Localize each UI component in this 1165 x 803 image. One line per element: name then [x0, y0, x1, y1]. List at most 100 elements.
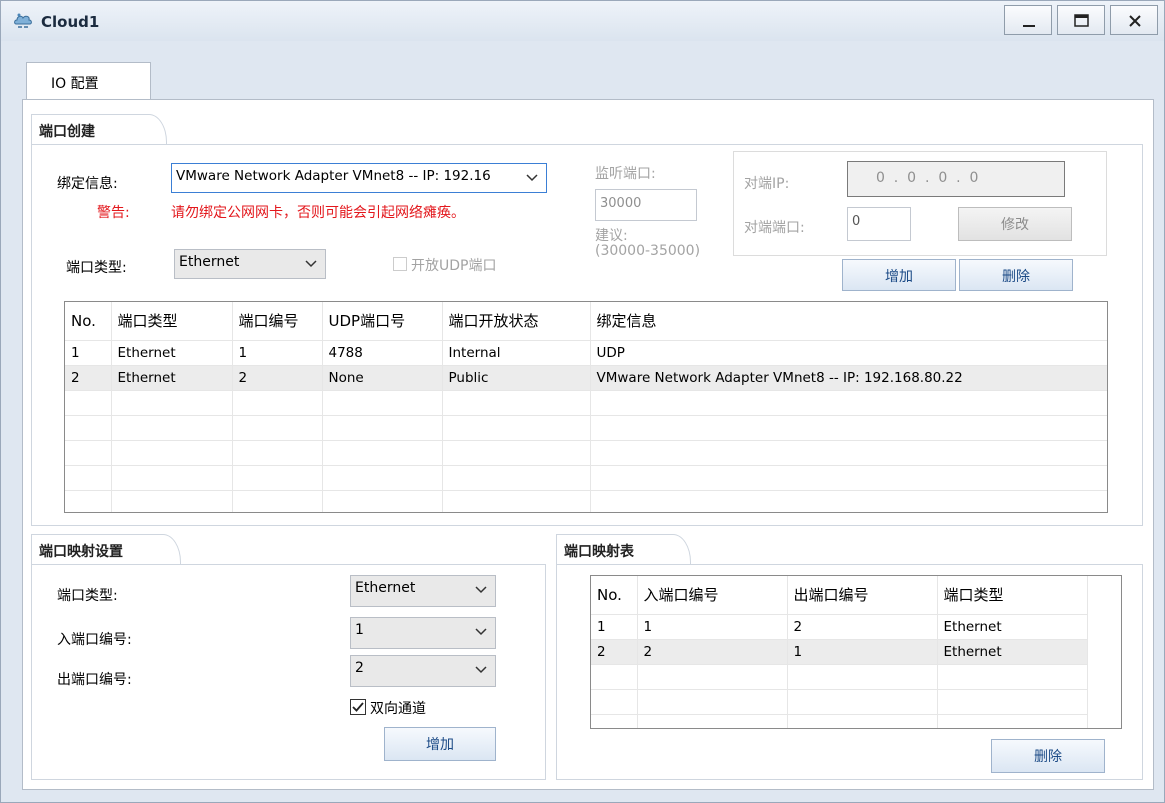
empty-row — [65, 440, 1107, 466]
cell-port-type: Ethernet — [937, 639, 1088, 665]
mapping-table-header: No. 入端口编号 出端口编号 端口类型 — [591, 576, 1088, 615]
peer-port-input[interactable]: 0 — [847, 207, 911, 241]
tab-io-config[interactable]: IO 配置 — [26, 62, 151, 100]
empty-row — [591, 689, 1088, 715]
map-port-type-value: Ethernet — [355, 580, 416, 596]
cell-out-port: 1 — [787, 639, 938, 665]
in-port-label: 入端口编号: — [57, 632, 132, 648]
in-port-value: 1 — [355, 622, 364, 638]
cloud1-window: Cloud1 IO 配置 端口创建 绑定信息: VMware Network A… — [0, 0, 1165, 803]
add-mapping-button-label: 增加 — [426, 737, 454, 753]
modify-button-label: 修改 — [1001, 217, 1029, 233]
peer-ip-input[interactable]: 0 . 0 . 0 . 0 — [847, 161, 1065, 197]
cell-udp-port: None — [322, 365, 443, 391]
mapping-table-grid: No. 入端口编号 出端口编号 端口类型 1 1 2 Ethernet 2 2 … — [591, 576, 1088, 728]
peer-ip-label: 对端IP: — [744, 176, 790, 192]
client-area: IO 配置 端口创建 绑定信息: VMware Network Adapter … — [10, 58, 1156, 796]
empty-row — [65, 465, 1107, 491]
add-mapping-button[interactable]: 增加 — [384, 727, 496, 761]
out-port-label: 出端口编号: — [57, 672, 132, 688]
add-port-button[interactable]: 增加 — [842, 259, 956, 291]
column-header[interactable]: 入端口编号 — [637, 576, 788, 615]
column-header[interactable]: 端口类型 — [111, 302, 233, 341]
listen-port-value: 30000 — [600, 196, 642, 211]
empty-row — [65, 390, 1107, 416]
bidirectional-checkbox[interactable] — [350, 699, 366, 715]
delete-mapping-button[interactable]: 删除 — [991, 739, 1105, 773]
close-button[interactable] — [1110, 5, 1158, 35]
close-icon — [1129, 15, 1141, 27]
peer-ip-value: 0 . 0 . 0 . 0 — [876, 170, 979, 186]
column-header[interactable]: No. — [591, 576, 638, 615]
cell-in-port: 2 — [637, 639, 788, 665]
port-table-header: No. 端口类型 端口编号 UDP端口号 端口开放状态 绑定信息 — [65, 302, 1107, 341]
port-type-select[interactable]: Ethernet — [174, 249, 326, 279]
table-row[interactable]: 2 2 1 Ethernet — [591, 639, 1088, 665]
warning-label: 警告: — [97, 205, 130, 221]
out-port-select[interactable]: 2 — [350, 655, 496, 687]
port-create-title: 端口创建 — [39, 124, 95, 140]
listen-port-input[interactable]: 30000 — [595, 189, 697, 221]
mapping-settings-tab: 端口映射设置 — [31, 534, 181, 565]
mapping-table-title: 端口映射表 — [564, 544, 634, 560]
delete-mapping-button-label: 删除 — [1034, 749, 1062, 765]
map-port-type-select[interactable]: Ethernet — [350, 575, 496, 607]
listen-port-label: 监听端口: — [595, 166, 656, 182]
open-udp-label: 开放UDP端口 — [411, 258, 497, 274]
column-header[interactable]: 绑定信息 — [590, 302, 1107, 341]
port-type-value: Ethernet — [179, 254, 240, 270]
chevron-down-icon — [305, 260, 317, 268]
bind-adapter-select[interactable]: VMware Network Adapter VMnet8 -- IP: 192… — [171, 163, 547, 193]
table-row[interactable]: 2 Ethernet 2 None Public VMware Network … — [65, 365, 1107, 391]
cell-port-number: 1 — [232, 340, 323, 366]
port-table-grid: No. 端口类型 端口编号 UDP端口号 端口开放状态 绑定信息 1 Ether… — [65, 302, 1107, 512]
column-header[interactable]: 端口类型 — [937, 576, 1088, 615]
checkmark-icon — [352, 702, 364, 712]
empty-row — [591, 664, 1088, 690]
cell-open-status: Public — [442, 365, 591, 391]
table-row[interactable]: 1 Ethernet 1 4788 Internal UDP — [65, 340, 1107, 366]
minimize-icon — [1023, 25, 1035, 27]
window-title: Cloud1 — [41, 13, 100, 31]
cell-bind-info: VMware Network Adapter VMnet8 -- IP: 192… — [590, 365, 1107, 391]
cell-no: 1 — [65, 340, 112, 366]
cell-port-type: Ethernet — [937, 614, 1088, 640]
tab-label: IO 配置 — [51, 76, 99, 92]
title-bar[interactable]: Cloud1 — [1, 1, 1164, 41]
empty-row — [65, 415, 1107, 441]
add-port-button-label: 增加 — [885, 269, 913, 285]
cell-udp-port: 4788 — [322, 340, 443, 366]
column-header[interactable]: 端口编号 — [232, 302, 323, 341]
cell-no: 1 — [591, 614, 638, 640]
delete-port-button[interactable]: 删除 — [959, 259, 1073, 291]
suggest-range: (30000-35000) — [595, 243, 701, 259]
column-header[interactable]: 出端口编号 — [787, 576, 938, 615]
port-create-tab: 端口创建 — [31, 114, 167, 145]
chevron-down-icon — [475, 586, 487, 594]
bind-adapter-value: VMware Network Adapter VMnet8 -- IP: 192… — [176, 168, 491, 184]
in-port-select[interactable]: 1 — [350, 617, 496, 649]
mapping-table-group: No. 入端口编号 出端口编号 端口类型 1 1 2 Ethernet 2 2 … — [556, 564, 1143, 780]
warning-text: 请勿绑定公网网卡，否则可能会引起网络瘫痪。 — [171, 205, 465, 221]
peer-port-value: 0 — [852, 214, 861, 229]
port-type-label: 端口类型: — [66, 260, 127, 276]
io-config-page: 端口创建 绑定信息: VMware Network Adapter VMnet8… — [22, 99, 1154, 790]
cell-open-status: Internal — [442, 340, 591, 366]
cell-bind-info: UDP — [590, 340, 1107, 366]
maximize-button[interactable] — [1057, 5, 1105, 35]
cell-no: 2 — [65, 365, 112, 391]
column-header[interactable]: No. — [65, 302, 112, 341]
peer-port-label: 对端端口: — [744, 220, 805, 236]
port-table: No. 端口类型 端口编号 UDP端口号 端口开放状态 绑定信息 1 Ether… — [64, 301, 1108, 513]
column-header[interactable]: 端口开放状态 — [442, 302, 591, 341]
minimize-button[interactable] — [1004, 5, 1052, 35]
out-port-value: 2 — [355, 660, 364, 676]
cell-no: 2 — [591, 639, 638, 665]
column-header[interactable]: UDP端口号 — [322, 302, 443, 341]
open-udp-checkbox[interactable] — [393, 257, 407, 271]
empty-row — [591, 714, 1088, 728]
cloud-app-icon — [14, 13, 32, 28]
bind-label: 绑定信息: — [57, 176, 118, 192]
modify-button[interactable]: 修改 — [958, 207, 1072, 241]
table-row[interactable]: 1 1 2 Ethernet — [591, 614, 1088, 640]
